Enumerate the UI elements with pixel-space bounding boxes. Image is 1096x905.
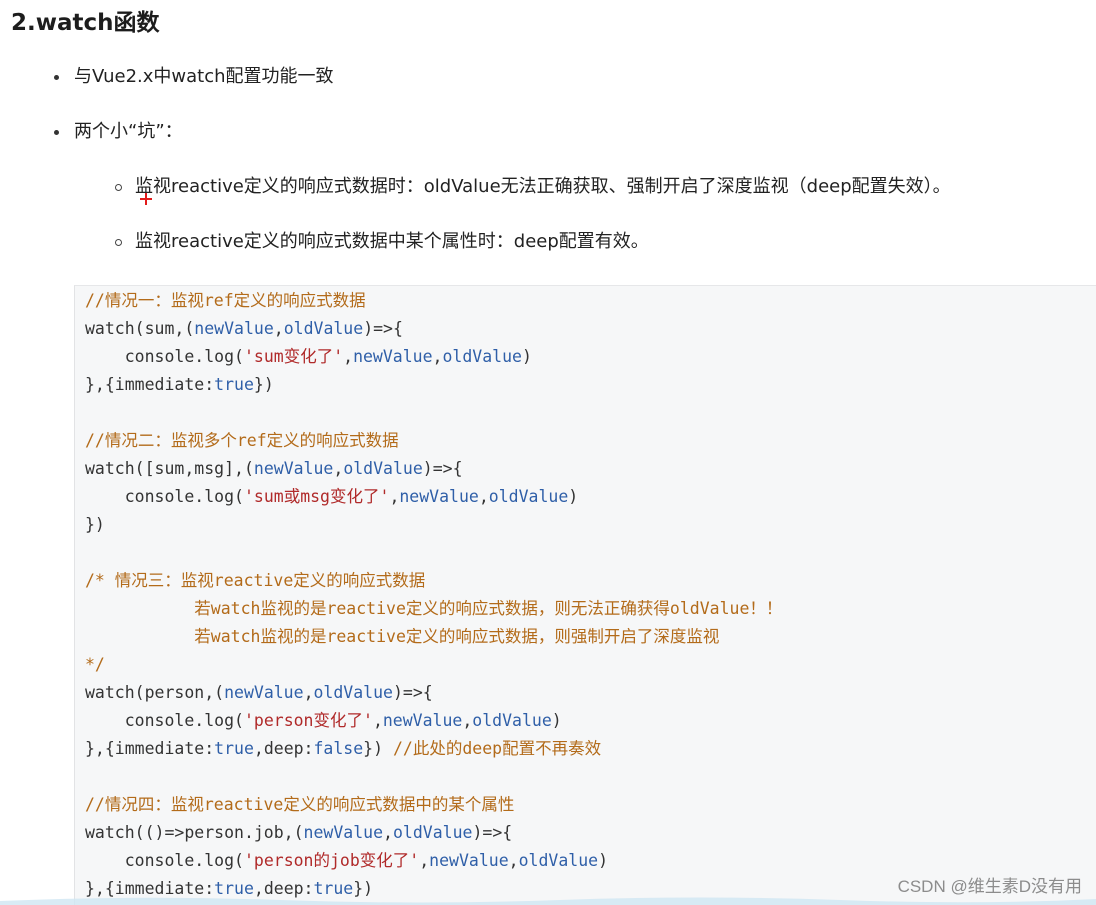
- bullet-circle-icon: [115, 184, 122, 191]
- keyword-text: false: [313, 739, 364, 758]
- code-comment: /* 情况三：监视reactive定义的响应式数据: [85, 569, 425, 593]
- code-text: ): [551, 711, 562, 730]
- crosshair-cursor-icon: [140, 193, 152, 205]
- code-line: },{immediate:true}): [85, 373, 274, 397]
- code-text: ,: [333, 459, 344, 478]
- code-comment: //情况一：监视ref定义的响应式数据: [85, 289, 366, 313]
- code-line: watch([sum,msg],(newValue,oldValue)=>{: [85, 457, 463, 481]
- code-text: watch(person,(: [85, 683, 225, 702]
- param-text: oldValue: [472, 711, 552, 730]
- code-text: ,: [478, 487, 489, 506]
- bullet-text: 两个小“坑”：: [74, 121, 183, 142]
- param-text: oldValue: [283, 319, 364, 338]
- comment-text: //情况二：监视多个ref定义的响应式数据: [85, 431, 399, 450]
- code-text: },{immediate:: [85, 375, 215, 394]
- code-block: //情况一：监视ref定义的响应式数据 watch(sum,(newValue,…: [74, 285, 1096, 905]
- code-text: ): [568, 487, 579, 506]
- code-text: }): [253, 375, 274, 394]
- bullet-dot-icon: [54, 130, 59, 135]
- code-line: watch(person,(newValue,oldValue)=>{: [85, 681, 433, 705]
- param-text: oldValue: [392, 823, 473, 842]
- code-text: console.log(: [85, 487, 244, 506]
- code-text: ,: [383, 823, 393, 842]
- code-line: console.log('person的job变化了',newValue,old…: [85, 849, 608, 873]
- code-text: )=>{: [363, 319, 403, 338]
- code-line: console.log('person变化了',newValue,oldValu…: [85, 709, 562, 733]
- code-text: )=>{: [422, 459, 463, 478]
- code-text: console.log(: [85, 851, 244, 870]
- comment-text: //情况一：监视ref定义的响应式数据: [85, 291, 366, 310]
- code-text: ): [521, 347, 532, 366]
- code-text: }): [363, 739, 393, 758]
- bullet-dot-icon: [54, 75, 59, 80]
- comment-text: 若watch监视的是reactive定义的响应式数据，则强制开启了深度监视: [85, 627, 720, 646]
- watermark: CSDN @维生素D没有用: [897, 877, 1082, 896]
- param-text: newValue: [224, 683, 304, 702]
- comment-text: //情况四：监视reactive定义的响应式数据中的某个属性: [85, 795, 515, 814]
- code-text: ,: [432, 347, 443, 366]
- string-text: 'sum或msg变化了': [243, 487, 390, 506]
- string-text: 'person变化了': [243, 711, 373, 730]
- string-text: 'person的job变化了': [243, 851, 420, 870]
- code-text: },{immediate:: [85, 739, 215, 758]
- code-comment: 若watch监视的是reactive定义的响应式数据，则无法正确获得oldVal…: [85, 597, 782, 621]
- section-heading: 2.watch函数: [11, 10, 160, 36]
- code-text: ,: [372, 711, 383, 730]
- comment-text: /* 情况三：监视reactive定义的响应式数据: [85, 571, 426, 590]
- code-text: console.log(: [85, 347, 244, 366]
- param-text: newValue: [382, 711, 463, 730]
- code-line: }): [85, 513, 105, 537]
- code-text: )=>{: [392, 683, 433, 702]
- code-text: watch([sum,msg],(: [85, 459, 254, 478]
- code-text: console.log(: [85, 711, 244, 730]
- param-text: oldValue: [343, 459, 423, 478]
- string-text: 'sum变化了': [243, 347, 344, 366]
- code-line: watch(()=>person.job,(newValue,oldValue)…: [85, 821, 512, 845]
- param-text: oldValue: [442, 347, 522, 366]
- keyword-text: true: [214, 375, 254, 394]
- code-text: )=>{: [472, 823, 513, 842]
- keyword-text: true: [214, 739, 254, 758]
- code-text: ): [598, 851, 609, 870]
- code-line: watch(sum,(newValue,oldValue)=>{: [85, 317, 403, 341]
- comment-text: */: [85, 655, 105, 674]
- code-line: console.log('sum或msg变化了',newValue,oldVal…: [85, 485, 578, 509]
- comment-text: //此处的deep配置不再奏效: [392, 739, 602, 758]
- sub-bullet-text: 监视reactive定义的响应式数据时：oldValue无法正确获取、强制开启了…: [135, 176, 951, 197]
- param-text: oldValue: [518, 851, 599, 870]
- param-text: newValue: [399, 487, 479, 506]
- code-text: ,deep:: [253, 739, 314, 758]
- code-text: ,: [343, 347, 354, 366]
- code-comment: */: [85, 653, 105, 677]
- code-text: }): [85, 515, 105, 534]
- code-comment: //情况二：监视多个ref定义的响应式数据: [85, 429, 399, 453]
- code-text: ,: [303, 683, 314, 702]
- comment-text: 若watch监视的是reactive定义的响应式数据，则无法正确获得oldVal…: [85, 599, 783, 618]
- code-line: },{immediate:true,deep:false}) //此处的deep…: [85, 737, 601, 761]
- code-comment: 若watch监视的是reactive定义的响应式数据，则强制开启了深度监视: [85, 625, 719, 649]
- param-text: newValue: [353, 347, 433, 366]
- code-text: watch(()=>person.job,(: [85, 823, 304, 842]
- param-text: newValue: [429, 851, 509, 870]
- code-text: watch(sum,(: [85, 319, 195, 338]
- code-comment: //情况四：监视reactive定义的响应式数据中的某个属性: [85, 793, 514, 817]
- sub-bullet-text: 监视reactive定义的响应式数据中某个属性时：deep配置有效。: [135, 231, 649, 252]
- param-text: newValue: [303, 823, 384, 842]
- param-text: oldValue: [313, 683, 393, 702]
- code-text: ,: [508, 851, 519, 870]
- code-text: ,: [462, 711, 473, 730]
- param-text: oldValue: [488, 487, 569, 506]
- code-text: ,: [273, 319, 284, 338]
- param-text: newValue: [194, 319, 274, 338]
- bullet-circle-icon: [115, 239, 122, 246]
- param-text: newValue: [253, 459, 334, 478]
- code-text: ,: [389, 487, 400, 506]
- bullet-text: 与Vue2.x中watch配置功能一致: [74, 66, 334, 87]
- code-line: console.log('sum变化了',newValue,oldValue): [85, 345, 532, 369]
- code-text: ,: [419, 851, 430, 870]
